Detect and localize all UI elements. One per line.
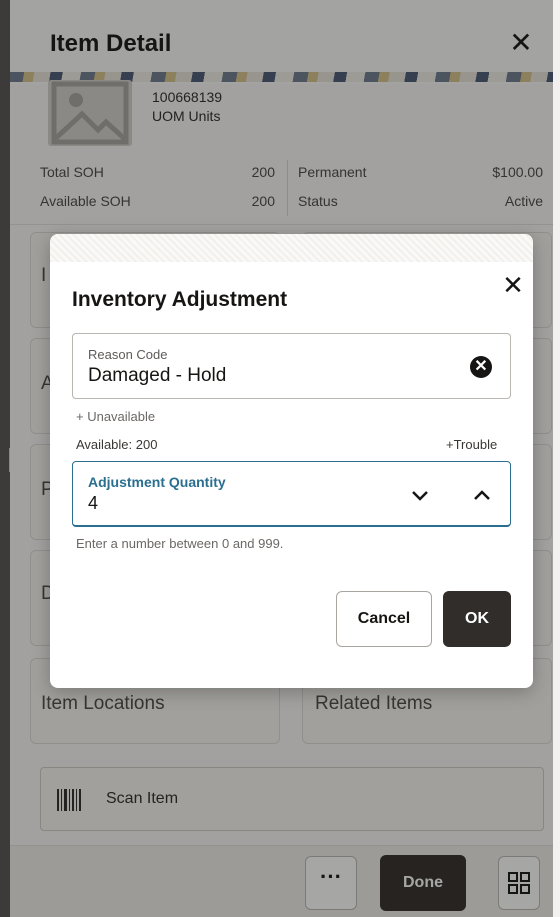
adjustment-quantity-value[interactable]: 4 — [88, 493, 98, 514]
adjustment-quantity-field[interactable]: Adjustment Quantity 4 — [72, 461, 511, 527]
trouble-toggle[interactable]: +Trouble — [446, 437, 497, 452]
dialog-close-button[interactable]: ✕ — [498, 270, 528, 300]
reason-code-select[interactable]: Reason Code Damaged - Hold ✕ — [72, 333, 511, 399]
chevron-down-icon[interactable] — [407, 484, 433, 506]
cancel-button[interactable]: Cancel — [336, 591, 432, 647]
reason-code-value: Damaged - Hold — [88, 365, 227, 386]
ok-button[interactable]: OK — [443, 591, 511, 647]
reason-code-label: Reason Code — [88, 347, 168, 362]
right-edge — [553, 0, 560, 917]
available-text: Available: 200 — [76, 437, 158, 452]
dialog-header-texture — [50, 234, 533, 262]
unavailable-toggle[interactable]: + Unavailable — [76, 409, 155, 424]
clear-reason-icon[interactable]: ✕ — [470, 356, 492, 378]
dialog-title: Inventory Adjustment — [72, 288, 288, 311]
adjustment-quantity-label: Adjustment Quantity — [88, 474, 226, 490]
app-screen: Item Detail ✕ 100668139 UOM Units Total … — [0, 0, 560, 917]
quantity-range-hint: Enter a number between 0 and 999. — [76, 536, 284, 551]
inventory-adjustment-dialog: ✕ Inventory Adjustment Reason Code Damag… — [50, 234, 533, 688]
chevron-up-icon[interactable] — [469, 484, 495, 506]
